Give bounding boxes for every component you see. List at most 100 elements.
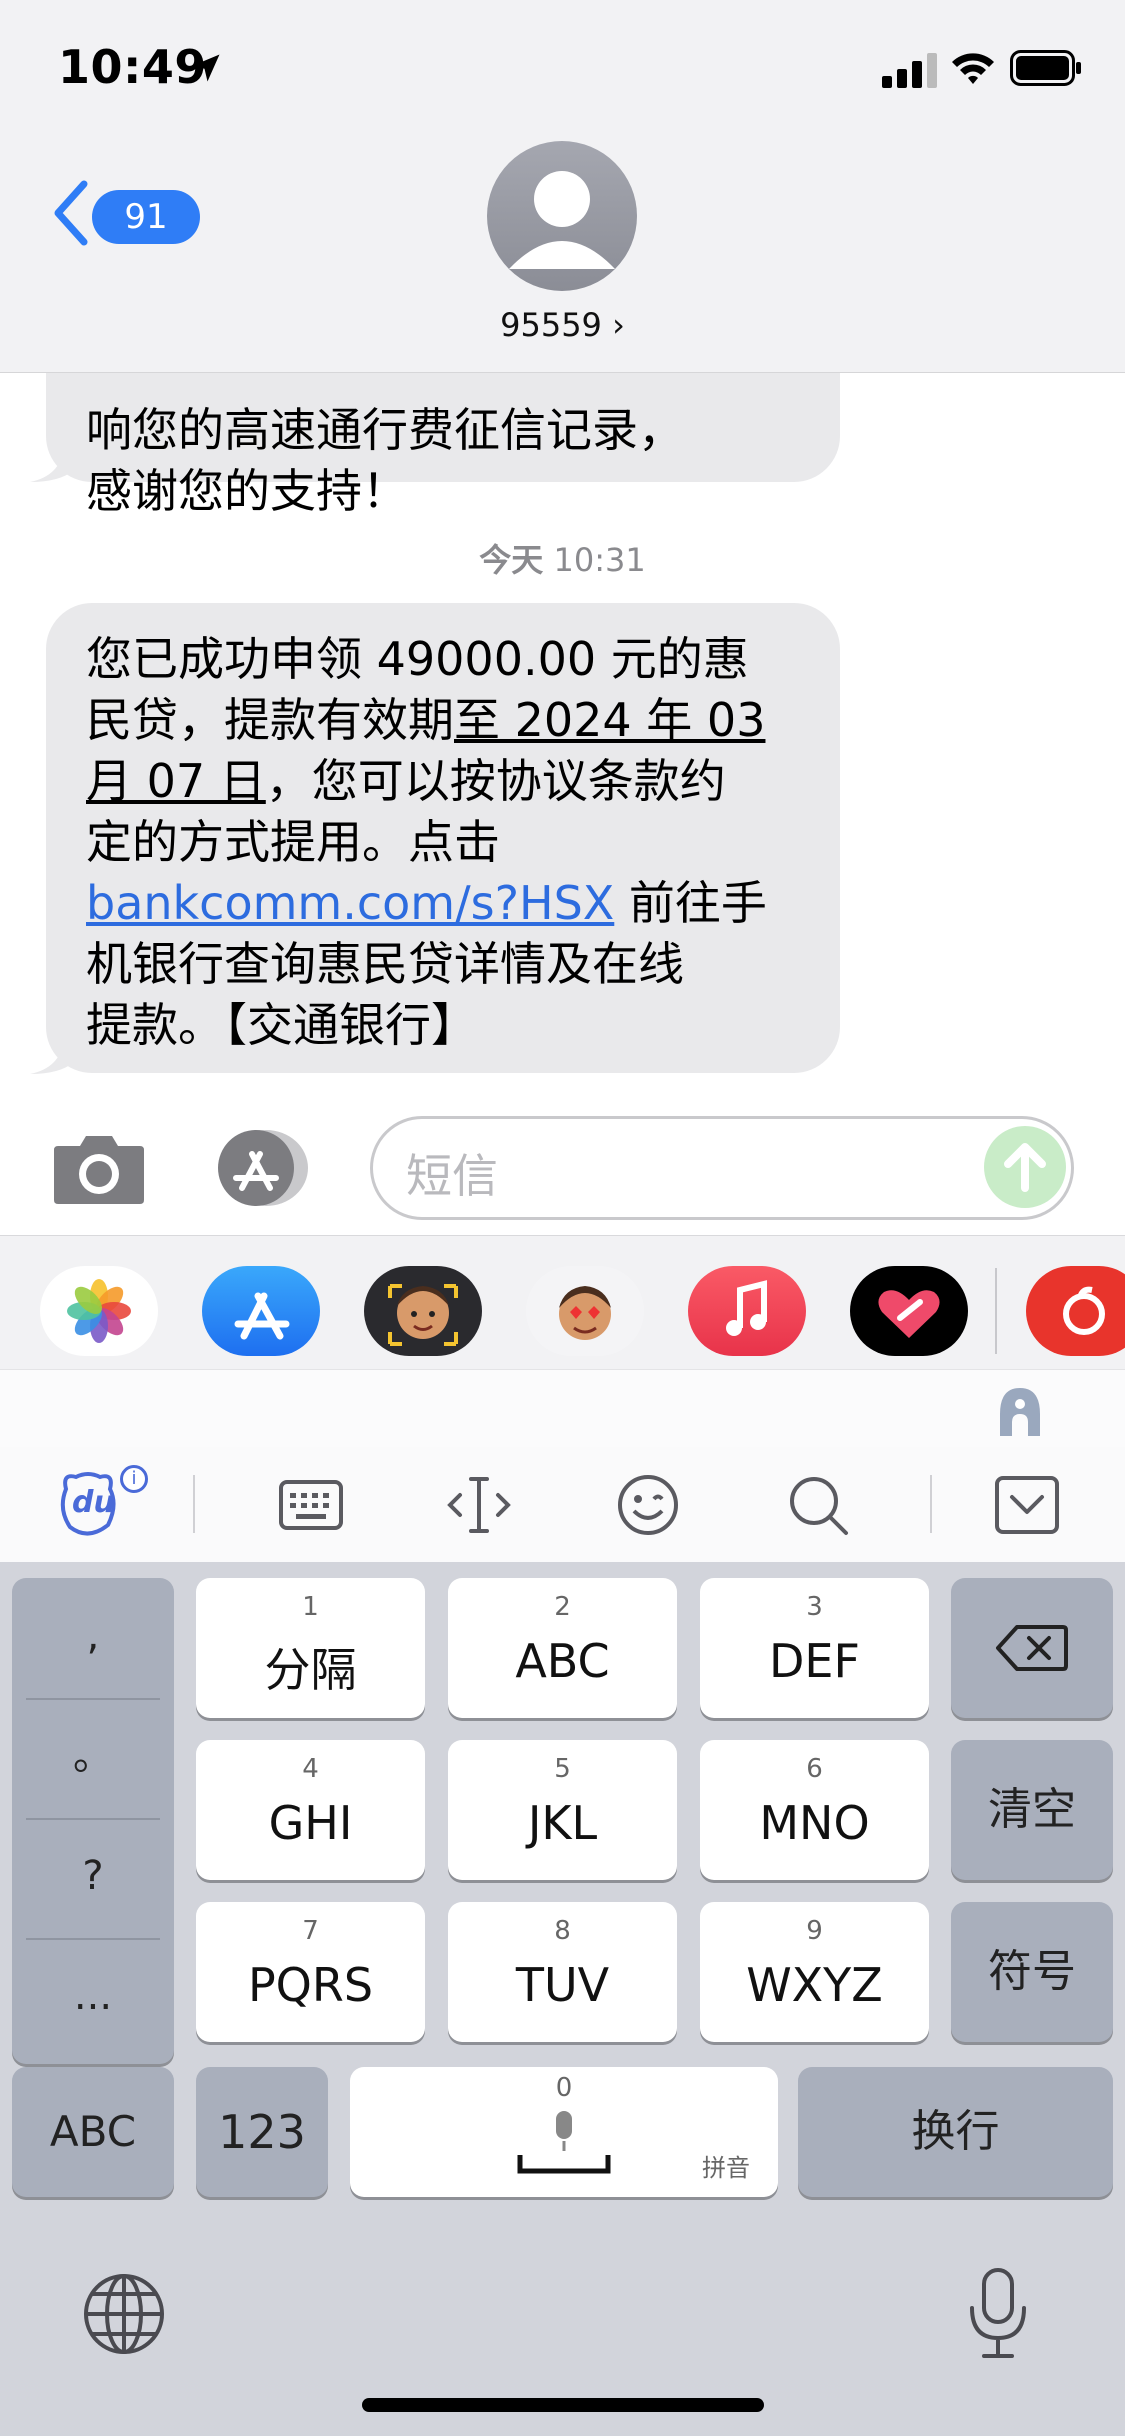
message-text: ，您可以按协议条款约 [265,754,726,808]
key-label: 分隔 [264,1643,357,1697]
timestamp-time: 10:31 [553,541,646,579]
key-label: JKL [527,1796,598,1850]
timestamp-day: 今天 [479,541,544,579]
key-3[interactable]: 3 DEF [700,1578,929,1718]
cellular-signal-icon [882,53,937,88]
imessage-app-drawer [0,1235,1125,1370]
status-time: 10:49 [58,40,207,94]
key-number: 7 [302,1916,319,1946]
bubble-tail [30,1040,74,1074]
key-label: WXYZ [746,1958,883,2012]
key-6[interactable]: 6 MNO [700,1740,929,1880]
globe-icon[interactable] [82,2272,166,2356]
home-indicator[interactable] [362,2398,764,2412]
music-app-icon[interactable] [688,1266,806,1356]
toolbar-divider [193,1475,195,1533]
photos-app-icon[interactable] [40,1266,158,1356]
keyboard-icon[interactable] [278,1479,344,1531]
num-123-key[interactable]: 123 [196,2067,328,2197]
key-number: 9 [806,1916,823,1946]
app-store-icon[interactable] [202,1266,320,1356]
chevron-left-icon[interactable] [50,178,90,248]
search-icon[interactable] [786,1473,850,1537]
date-detected-text[interactable]: 月 07 日 [86,754,266,808]
du-logo-text: du [72,1485,115,1520]
key-label: GHI [268,1796,353,1850]
key-number: 2 [554,1592,571,1622]
key-label: ABC [515,1634,610,1688]
person-icon [509,171,615,269]
message-link[interactable]: bankcomm.com/s?HSX [86,876,614,930]
key-number: 1 [302,1592,319,1622]
candidate-bar [0,1369,1125,1449]
clear-key[interactable]: 清空 [951,1740,1113,1880]
backspace-icon [996,1625,1068,1671]
key-number: 8 [554,1916,571,1946]
key-number: 4 [302,1754,319,1784]
conversation-header: 10:49 91 95559 › [0,0,1125,373]
keyboard-9key-pinyin: , 。 ? ... 1 分隔 2 ABC 3 DEF 4 GHI 5 JKL 6… [0,1562,1125,2436]
send-button[interactable] [984,1126,1066,1208]
punctuation-column[interactable]: , 。 ? ... [12,1578,174,2064]
key-5[interactable]: 5 JKL [448,1740,677,1880]
key-1[interactable]: 1 分隔 [196,1578,425,1718]
hide-keyboard-icon[interactable] [994,1475,1060,1535]
backspace-key[interactable] [951,1578,1113,1718]
back-unread-badge[interactable]: 91 [92,190,200,244]
digital-touch-icon[interactable] [850,1266,968,1356]
key-7[interactable]: 7 PQRS [196,1902,425,2042]
message-text-line: 机银行查询惠民贷详情及在线 [86,937,684,991]
message-bubble-bank[interactable]: 您已成功申领 49000.00 元的惠 民贷，提款有效期至 2024 年 03 … [46,603,840,1073]
key-number: 5 [554,1754,571,1784]
abc-key[interactable]: ABC [12,2067,174,2197]
key-label: TUV [515,1958,610,2012]
netease-music-icon[interactable] [1026,1266,1125,1356]
cursor-move-icon[interactable] [446,1475,512,1535]
key-label: DEF [769,1634,860,1688]
message-text-line: 响您的高速通行费征信记录， [86,403,684,457]
bubble-tail [30,448,74,482]
punct-comma[interactable]: , [12,1578,174,1694]
key-label: MNO [759,1796,870,1850]
key-label: PQRS [247,1958,374,2012]
message-text: 前往手 [614,876,767,930]
contact-avatar[interactable] [487,141,637,291]
key-2[interactable]: 2 ABC [448,1578,677,1718]
location-arrow-icon [192,54,220,82]
punct-period[interactable]: 。 [12,1698,174,1814]
message-text: 民贷，提款有效期 [86,693,454,747]
enter-key[interactable]: 换行 [798,2067,1113,2197]
punct-ellipsis[interactable]: ... [12,1938,174,2054]
keyboard-toolbar: du i [0,1447,1125,1563]
memoji-stickers-icon[interactable] [526,1266,644,1356]
contact-name[interactable]: 95559 › [430,306,695,344]
space-mic-icon [517,2111,611,2174]
toolbar-divider [930,1475,932,1533]
key-number: 0 [555,2073,573,2103]
emoji-icon[interactable] [616,1473,680,1537]
info-badge: i [120,1465,148,1493]
key-9[interactable]: 9 WXYZ [700,1902,929,2042]
key-4[interactable]: 4 GHI [196,1740,425,1880]
message-timestamp: 今天 10:31 [0,535,1125,581]
message-text-line: bankcomm.com/s?HSX 前往手 [86,873,804,934]
message-text-line: 提款。【交通银行】 [86,998,477,1052]
dictation-mic-icon[interactable] [966,2268,1030,2360]
du-logo-icon[interactable]: du i [58,1465,148,1541]
message-text-line: 您已成功申领 49000.00 元的惠 [86,632,749,686]
pinyin-label: 拼音 [702,2154,750,2182]
message-text-line: 民贷，提款有效期至 2024 年 03 [86,690,804,751]
keyboard-assistant-icon[interactable] [992,1384,1048,1440]
symbols-key[interactable]: 符号 [951,1902,1113,2042]
key-number: 3 [806,1592,823,1622]
camera-icon[interactable] [52,1130,146,1206]
punct-question[interactable]: ? [12,1818,174,1934]
drawer-divider [995,1268,997,1354]
message-text-line: 月 07 日，您可以按协议条款约 [86,751,804,812]
app-store-drawer-icon[interactable] [208,1128,314,1208]
memoji-camera-icon[interactable] [364,1266,482,1356]
space-key[interactable]: 0 拼音 [350,2067,778,2197]
key-8[interactable]: 8 TUV [448,1902,677,2042]
date-detected-text[interactable]: 至 2024 年 03 [454,693,765,747]
key-number: 6 [806,1754,823,1784]
